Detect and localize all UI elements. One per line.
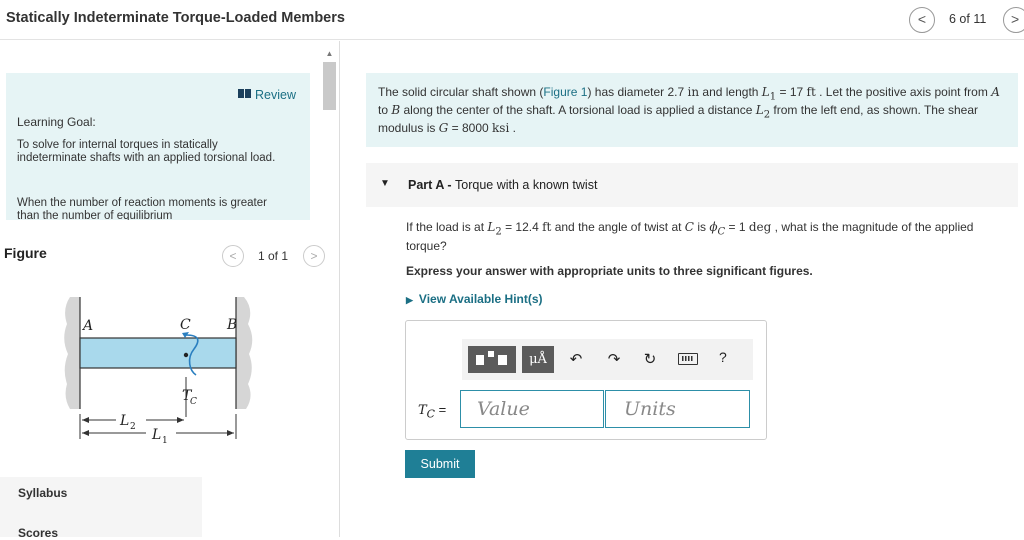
figure-heading: Figure [4, 245, 47, 261]
left-wall [64, 297, 80, 409]
part-a-title: Part A - Torque with a known twist [408, 178, 598, 192]
review-label: Review [255, 88, 296, 102]
submit-button[interactable]: Submit [405, 450, 475, 478]
problem-text: The solid circular shaft shown (Figure 1… [378, 85, 1000, 135]
expand-triangle-icon: ▶ [406, 295, 413, 305]
answer-box: μÅ ↶ ↷ ↻ ? TC = Value Units [405, 320, 767, 440]
template-superscript-icon [488, 351, 494, 357]
book-icon [238, 89, 251, 98]
header-bar: Statically Indeterminate Torque-Loaded M… [0, 0, 1024, 40]
label-l1: L [151, 427, 161, 443]
page-title: Statically Indeterminate Torque-Loaded M… [6, 10, 345, 26]
review-link[interactable]: Review [238, 88, 296, 102]
left-panel-scrollbar[interactable]: ▲ [321, 48, 338, 537]
learning-goal-box: Review Learning Goal: To solve for inter… [6, 73, 310, 220]
label-b: B [226, 317, 237, 333]
label-a: A [81, 318, 93, 334]
learning-goal-heading: Learning Goal: [17, 115, 96, 129]
templates-button[interactable] [468, 346, 516, 373]
template-square-icon [476, 355, 484, 365]
help-icon[interactable]: ? [719, 349, 727, 365]
previous-item-button[interactable]: < [909, 7, 935, 33]
undo-icon[interactable]: ↶ [566, 350, 586, 368]
figure-link[interactable]: Figure 1 [543, 85, 587, 99]
label-l1-sub: 1 [162, 436, 168, 446]
template-fraction-icon [498, 355, 507, 365]
item-counter: 6 of 11 [949, 12, 987, 26]
learning-goal-text: To solve for internal torques in statica… [17, 139, 276, 164]
math-toolbar: μÅ ↶ ↷ ↻ ? [462, 339, 753, 380]
figure-counter: 1 of 1 [258, 249, 289, 263]
next-item-button[interactable]: > [1003, 7, 1024, 33]
figure-prev-button[interactable]: < [222, 245, 244, 267]
units-input[interactable]: Units [605, 390, 750, 428]
label-t-sub: C [190, 397, 197, 407]
figure-next-button[interactable]: > [303, 245, 325, 267]
scores-link[interactable]: Scores [18, 526, 58, 540]
value-input[interactable]: Value [460, 390, 604, 428]
shaft [79, 337, 237, 369]
label-c: C [180, 317, 191, 333]
keyboard-icon[interactable] [678, 353, 698, 365]
syllabus-link[interactable]: Syllabus [18, 486, 67, 500]
collapse-triangle-icon[interactable]: ▼ [380, 178, 390, 189]
load-point [183, 352, 189, 358]
label-l2: L [119, 413, 129, 429]
redo-icon[interactable]: ↷ [604, 350, 624, 368]
panel-divider [339, 41, 340, 537]
scroll-up-arrow-icon[interactable]: ▲ [321, 48, 338, 60]
part-a-header[interactable]: ▼ Part A - Torque with a known twist [366, 163, 1018, 207]
view-hints-link[interactable]: ▶ View Available Hint(s) [406, 292, 543, 306]
problem-statement: The solid circular shaft shown (Figure 1… [366, 73, 1018, 147]
shaft-figure: A C B T C L 2 L 1 [64, 297, 253, 446]
reset-icon[interactable]: ↻ [640, 350, 660, 368]
units-symbols-button[interactable]: μÅ [522, 346, 554, 373]
scroll-thumb[interactable] [323, 62, 336, 110]
answer-variable-label: TC = [418, 402, 447, 421]
answer-instructions: Express your answer with appropriate uni… [406, 264, 813, 278]
learning-goal-text-2: When the number of reaction moments is g… [17, 197, 267, 220]
right-wall [236, 297, 253, 409]
left-panel: Review Learning Goal: To solve for inter… [0, 41, 340, 540]
question-text: If the load is at L2 = 12.4 ft and the a… [406, 220, 974, 254]
label-l2-sub: 2 [130, 422, 136, 432]
